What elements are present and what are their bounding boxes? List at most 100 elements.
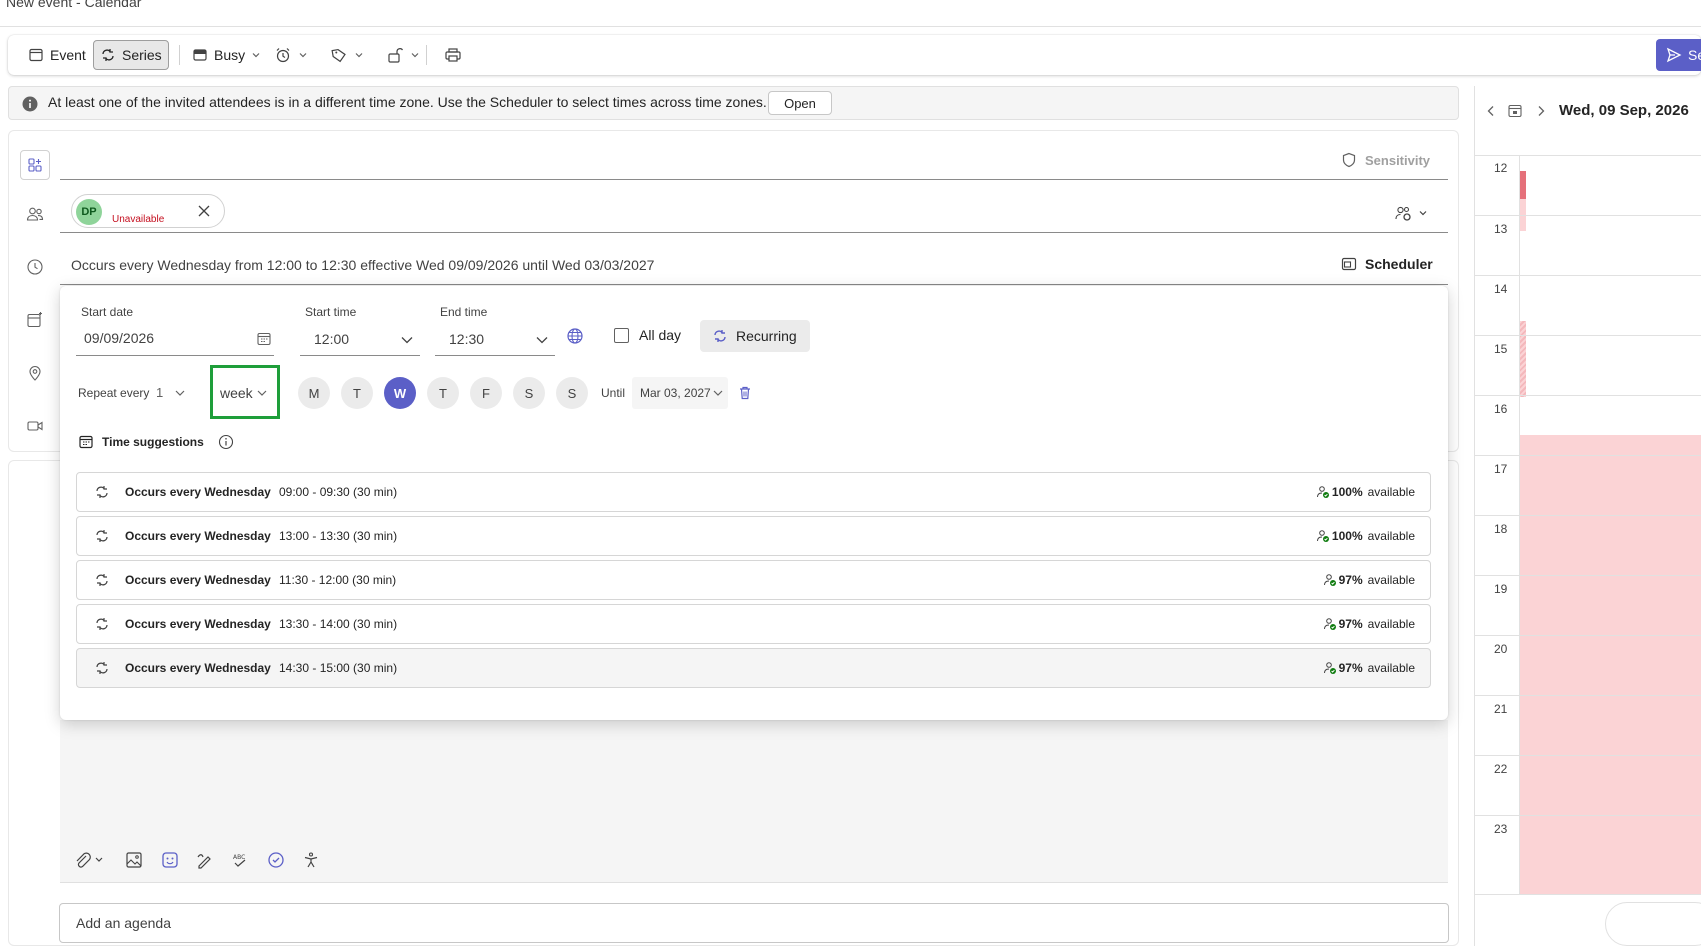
repeat-icon — [712, 328, 728, 344]
delete-icon[interactable] — [737, 385, 753, 401]
send-button[interactable]: Se — [1656, 39, 1701, 71]
accessibility-icon[interactable] — [301, 850, 321, 870]
attendee-field-underline — [60, 232, 1448, 233]
time-suggestions-title: Time suggestions — [102, 435, 204, 449]
people-settings-icon — [1394, 204, 1414, 222]
hour-row: 19 — [1474, 575, 1701, 636]
window-title-bar: New event - Calendar — [0, 0, 1701, 27]
scheduling-avatars[interactable] — [1605, 902, 1701, 946]
availability-percent: 97% — [1338, 661, 1363, 675]
hour-row: 15 — [1474, 335, 1701, 396]
time-suggestion-item[interactable]: Occurs every Wednesday 14:30 - 15:00 (30… — [76, 648, 1431, 688]
open-scheduler-button[interactable]: Open — [768, 91, 832, 115]
day-sunday[interactable]: S — [556, 377, 588, 409]
send-label: Se — [1688, 47, 1701, 63]
suggestion-availability: 97% available — [1323, 573, 1415, 587]
suggestion-time: 13:00 - 13:30 (30 min) — [279, 529, 398, 543]
time-suggestion-item[interactable]: Occurs every Wednesday 13:30 - 14:00 (30… — [76, 604, 1431, 644]
repeat-interval-dropdown[interactable]: 1 — [150, 377, 192, 409]
hour-row: 16 — [1474, 395, 1701, 456]
start-time-value: 12:00 — [314, 331, 350, 347]
chevron-left-icon[interactable] — [1486, 105, 1496, 117]
today-calendar-icon[interactable] — [1507, 103, 1523, 119]
chevron-down-icon — [535, 335, 549, 345]
end-time-value: 12:30 — [449, 331, 485, 347]
start-date-field[interactable]: 09/09/2026 — [76, 326, 274, 356]
close-icon[interactable] — [196, 203, 212, 219]
event-label: Event — [50, 47, 86, 63]
attendee-chip[interactable]: DP Unavailable — [71, 194, 225, 228]
suggestion-title: Occurs every Wednesday — [125, 573, 271, 587]
reminder-dropdown[interactable] — [268, 40, 314, 70]
end-time-dropdown[interactable]: 12:30 — [435, 326, 555, 356]
time-suggestion-item[interactable]: Occurs every Wednesday 09:00 - 09:30 (30… — [76, 472, 1431, 512]
repeat-icon — [94, 660, 110, 676]
suggestion-availability: 97% available — [1323, 617, 1415, 631]
calendar-date-label[interactable]: Wed, 09 Sep, 2026 — [1559, 102, 1689, 119]
description-editor[interactable] — [60, 720, 1448, 838]
chevron-right-icon[interactable] — [1536, 105, 1546, 117]
toolbar-divider — [179, 45, 180, 65]
scheduler-button[interactable]: Scheduler — [1341, 256, 1433, 272]
recurring-button[interactable]: Recurring — [700, 320, 810, 352]
day-tuesday[interactable]: T — [341, 377, 373, 409]
day-friday[interactable]: F — [470, 377, 502, 409]
day-thursday[interactable]: T — [427, 377, 459, 409]
availability-suffix: available — [1367, 617, 1415, 631]
info-icon[interactable] — [218, 434, 234, 450]
until-label: Until — [601, 386, 626, 400]
clock-icon — [24, 256, 46, 278]
all-day-checkbox[interactable]: All day — [614, 327, 681, 343]
person-available-icon — [1323, 573, 1337, 587]
day-monday[interactable]: M — [298, 377, 330, 409]
event-button[interactable]: Event — [22, 40, 92, 70]
categorize-dropdown[interactable] — [324, 40, 370, 70]
day-wednesday[interactable]: W — [384, 377, 416, 409]
until-date-dropdown[interactable]: Mar 03, 2027 — [632, 377, 728, 409]
start-time-dropdown[interactable]: 12:00 — [300, 326, 420, 356]
time-suggestion-item[interactable]: Occurs every Wednesday 13:00 - 13:30 (30… — [76, 516, 1431, 556]
time-suggestion-item[interactable]: Occurs every Wednesday 11:30 - 12:00 (30… — [76, 560, 1431, 600]
start-time-underline — [300, 355, 420, 356]
attendee-status: Unavailable — [112, 214, 165, 225]
calendar-icon[interactable] — [256, 331, 272, 347]
person-available-icon — [1323, 617, 1337, 631]
add-ins-icon[interactable] — [20, 150, 50, 180]
availability-suffix: available — [1367, 661, 1415, 675]
attach-file-button[interactable] — [72, 850, 108, 870]
end-time-label: End time — [440, 305, 488, 319]
image-icon[interactable] — [124, 850, 144, 870]
hour-row: 17 — [1474, 455, 1701, 516]
day-saturday[interactable]: S — [513, 377, 545, 409]
toolbar-divider — [426, 45, 427, 65]
spellcheck-icon[interactable]: ABC — [230, 850, 250, 870]
avatar: DP — [76, 199, 102, 225]
agenda-input[interactable]: Add an agenda — [59, 903, 1449, 943]
calendar-day-grid: 12 13 14 15 16 17 18 19 20 21 22 23 — [1474, 155, 1701, 895]
globe-icon[interactable] — [566, 327, 584, 345]
print-button[interactable] — [438, 40, 468, 70]
busy-status-icon — [192, 47, 208, 63]
person-available-icon — [1316, 485, 1330, 499]
chevron-down-icon — [251, 50, 261, 60]
suggestion-time: 11:30 - 12:00 (30 min) — [279, 573, 397, 587]
series-button[interactable]: Series — [93, 40, 169, 70]
copilot-chat-icon[interactable] — [266, 850, 286, 870]
attendee-options-button[interactable] — [1394, 204, 1428, 222]
suggestion-title: Occurs every Wednesday — [125, 617, 271, 631]
privacy-dropdown[interactable] — [380, 40, 426, 70]
draw-icon[interactable] — [195, 850, 215, 870]
video-call-icon — [24, 415, 46, 437]
occurrence-summary[interactable]: Occurs every Wednesday from 12:00 to 12:… — [71, 257, 654, 273]
availability-suffix: available — [1367, 485, 1415, 499]
hour-label: 15 — [1494, 342, 1508, 356]
title-field-underline — [60, 179, 1448, 180]
repeat-icon — [94, 528, 110, 544]
send-icon — [1666, 47, 1682, 63]
show-as-dropdown[interactable]: Busy — [186, 40, 267, 70]
chevron-down-icon — [354, 50, 364, 60]
emoji-icon[interactable] — [160, 850, 180, 870]
sensitivity-button[interactable]: Sensitivity — [1341, 152, 1430, 168]
unlock-icon — [386, 46, 404, 64]
ribbon-toolbar: Event Series Busy Se — [8, 35, 1701, 75]
